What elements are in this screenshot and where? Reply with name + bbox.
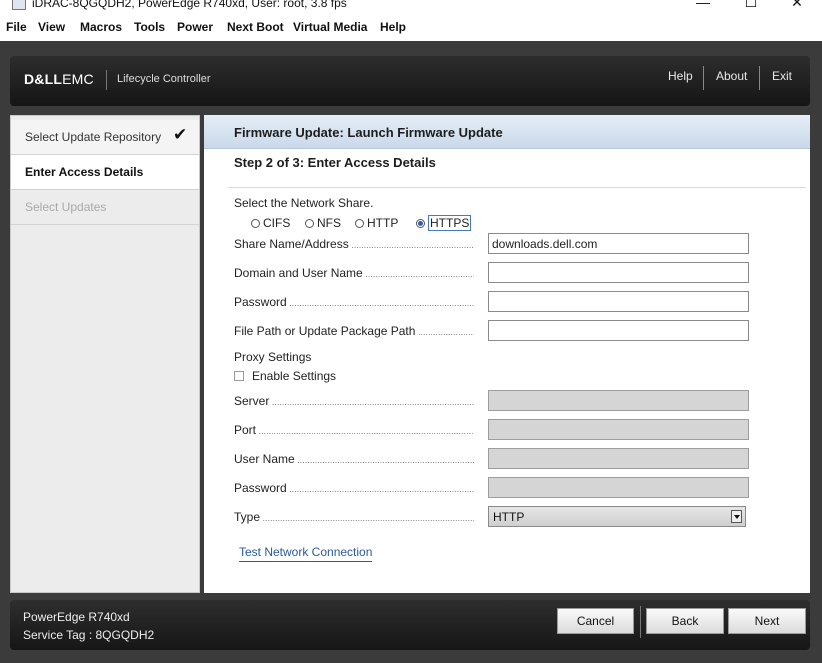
window-title: iDRAC-8QGQDH2, PowerEdge R740xd, User: r… (32, 0, 347, 10)
app-icon (12, 0, 26, 10)
wizard-nav: Select Update Repository ✔ Enter Access … (10, 115, 200, 593)
password-label: Password (234, 295, 474, 311)
check-icon: ✔ (173, 125, 188, 144)
domain-user-label: Domain and User Name (234, 266, 474, 282)
enable-proxy-checkbox[interactable]: Enable Settings (234, 369, 336, 383)
minimize-icon[interactable]: — (680, 0, 726, 14)
proxy-type-label: Type (234, 510, 474, 526)
radio-nfs[interactable]: NFS (305, 216, 341, 230)
menu-help[interactable]: Help (380, 20, 406, 34)
menu-file[interactable]: File (6, 20, 27, 34)
page-title: Firmware Update: Launch Firmware Update (234, 125, 503, 140)
back-button[interactable]: Back (646, 608, 724, 634)
radio-dot (305, 219, 314, 228)
cancel-button[interactable]: Cancel (557, 608, 634, 634)
proxy-settings-heading: Proxy Settings (234, 350, 312, 364)
close-icon[interactable]: ✕ (774, 0, 820, 14)
proxy-port-label: Port (234, 423, 474, 439)
app-footer: PowerEdge R740xd Service Tag : 8QGQDH2 C… (10, 600, 810, 650)
password-input[interactable] (488, 291, 749, 312)
proxy-password-input (488, 477, 749, 498)
header-divider (106, 70, 107, 90)
header-link-divider (703, 66, 704, 90)
network-share-prompt: Select the Network Share. (234, 196, 374, 210)
nav-item-label: Enter Access Details (25, 165, 144, 179)
nav-item-select-updates: Select Updates (11, 190, 199, 225)
dell-emc-logo: D&LLEMC (24, 71, 94, 87)
about-link[interactable]: About (716, 69, 747, 83)
menu-power[interactable]: Power (177, 20, 213, 34)
nav-item-select-update-repository[interactable]: Select Update Repository ✔ (11, 120, 199, 155)
proxy-user-label: User Name (234, 452, 474, 468)
maximize-icon[interactable]: ☐ (728, 0, 774, 14)
test-network-connection-link[interactable]: Test Network Connection (239, 545, 373, 562)
next-button[interactable]: Next (728, 608, 806, 634)
footer-divider (640, 606, 641, 638)
proxy-type-value: HTTP (493, 510, 525, 524)
radio-dot (355, 219, 364, 228)
page-title-bar: Firmware Update: Launch Firmware Update (204, 115, 810, 149)
nav-item-label: Select Updates (25, 200, 107, 214)
radio-https[interactable]: HTTPS (416, 215, 472, 231)
app-header: D&LLEMC Lifecycle Controller Help About … (10, 56, 810, 106)
file-path-input[interactable] (488, 320, 749, 341)
proxy-server-label: Server (234, 394, 474, 410)
divider (228, 187, 806, 188)
step-heading: Step 2 of 3: Enter Access Details (234, 155, 436, 170)
radio-http[interactable]: HTTP (355, 216, 398, 230)
domain-user-input[interactable] (488, 262, 749, 283)
product-name: Lifecycle Controller (117, 73, 211, 85)
nav-item-enter-access-details[interactable]: Enter Access Details (11, 155, 199, 190)
window-title-bar: iDRAC-8QGQDH2, PowerEdge R740xd, User: r… (0, 0, 822, 14)
header-link-divider (759, 66, 760, 90)
radio-cifs[interactable]: CIFS (251, 216, 290, 230)
radio-dot (251, 219, 260, 228)
chevron-down-icon (731, 510, 742, 523)
menu-virtual-media[interactable]: Virtual Media (293, 20, 367, 34)
menu-next-boot[interactable]: Next Boot (227, 20, 284, 34)
proxy-type-select[interactable]: HTTP (488, 506, 746, 527)
nav-item-label: Select Update Repository (25, 130, 162, 144)
system-model: PowerEdge R740xd (23, 610, 130, 624)
file-path-label: File Path or Update Package Path (234, 324, 474, 340)
proxy-password-label: Password (234, 481, 474, 497)
proxy-port-input (488, 419, 749, 440)
share-name-input[interactable] (488, 233, 749, 254)
proxy-user-input (488, 448, 749, 469)
menu-tools[interactable]: Tools (134, 20, 165, 34)
help-link[interactable]: Help (668, 69, 693, 83)
checkbox-box (234, 371, 244, 381)
service-tag: Service Tag : 8QGQDH2 (23, 628, 155, 642)
menu-bar: File View Macros Tools Power Next Boot V… (0, 15, 822, 41)
menu-view[interactable]: View (38, 20, 65, 34)
share-name-label: Share Name/Address (234, 237, 474, 253)
proxy-server-input (488, 390, 749, 411)
exit-link[interactable]: Exit (772, 69, 792, 83)
menu-macros[interactable]: Macros (80, 20, 122, 34)
main-panel: Firmware Update: Launch Firmware Update … (204, 115, 810, 593)
radio-dot-selected (416, 219, 425, 228)
